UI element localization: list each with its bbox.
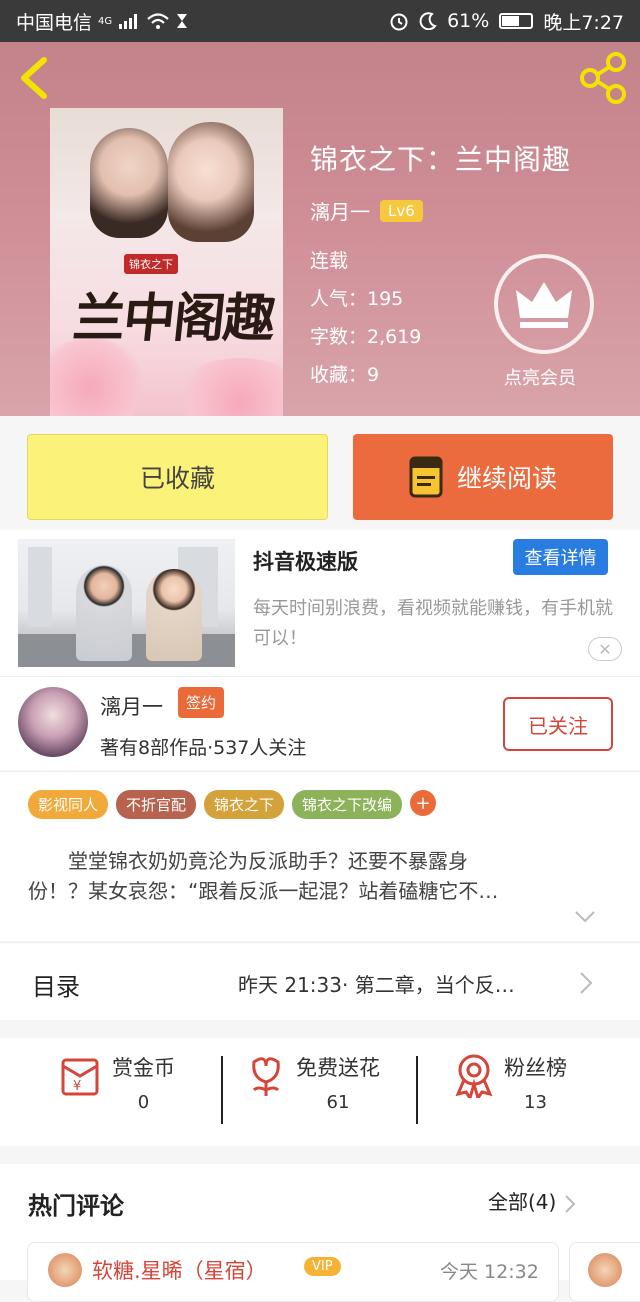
author-card[interactable]: 漓月一 签约 著有8部作品·537人关注 已关注	[0, 676, 640, 770]
favorited-button[interactable]: 已收藏	[27, 434, 328, 520]
tag-chip[interactable]: 锦衣之下	[204, 790, 285, 819]
commenter-avatar[interactable]	[48, 1253, 82, 1287]
book-status: 连载	[310, 250, 349, 272]
ad-title: 抖音极速版	[253, 550, 358, 574]
status-bar: 中国电信 4G 61% 晚上7:27	[0, 0, 640, 42]
author-stats: 著有8部作品·537人关注	[100, 737, 307, 759]
cover-figure-male	[90, 128, 168, 238]
wifi-icon	[147, 13, 169, 29]
flower-icon	[252, 1057, 280, 1096]
continue-reading-label: 继续阅读	[456, 464, 557, 493]
ad-banner[interactable]: 抖音极速版 查看详情 每天时间别浪费，看视频就能赚钱，有手机就可以！ ✕	[0, 530, 640, 676]
red-envelope-icon: ¥	[61, 1058, 99, 1096]
commenter-name[interactable]: 软糖.星晞（星宿）	[92, 1255, 267, 1285]
synopsis-line-1: 堂堂锦衣奶奶竟沦为反派助手？还要不暴露身	[68, 849, 468, 873]
cover-series-tag: 锦衣之下	[124, 254, 178, 274]
tag-chip[interactable]: 影视同人	[28, 790, 109, 819]
comment-card[interactable]	[569, 1242, 640, 1302]
stat-coins[interactable]: ¥ 赏金币 0	[58, 1052, 175, 1113]
stat-flowers-value: 61	[326, 1092, 350, 1113]
signed-badge: 签约	[178, 687, 225, 718]
alarm-icon	[390, 13, 408, 31]
book-cover[interactable]: 锦衣之下 兰中阁趣	[50, 108, 283, 416]
battery-percent: 61%	[447, 10, 490, 32]
stat-coins-value: 0	[137, 1092, 150, 1113]
crown-icon	[516, 282, 572, 328]
tags-synopsis-section: 影视同人 不折官配 锦衣之下 锦衣之下改编 + 堂堂锦衣奶奶竟沦为反派助手？还要…	[0, 771, 640, 941]
vip-button[interactable]	[494, 254, 594, 354]
comments-title: 热门评论	[28, 1192, 124, 1220]
stat-fans-value: 13	[524, 1092, 547, 1113]
book-title: 锦衣之下：兰中阁趣	[310, 143, 572, 176]
network-label: 4G	[98, 15, 113, 27]
synopsis-line-2: 份！？某女哀怨：“跟着反派一起混？站着磕糖它不…	[28, 879, 499, 903]
battery-icon	[499, 13, 534, 29]
book-author-row: 漓月一 Lv6	[310, 196, 423, 225]
tag-chip[interactable]: 锦衣之下改编	[292, 790, 403, 819]
add-tag-button[interactable]: +	[410, 790, 437, 816]
book-author[interactable]: 漓月一	[310, 196, 370, 225]
moon-icon	[419, 12, 437, 30]
book-header: 锦衣之下 兰中阁趣 锦衣之下：兰中阁趣 漓月一 Lv6 连载 人气：195 字数…	[0, 42, 640, 416]
carrier-label: 中国电信	[16, 11, 93, 34]
divider	[416, 1056, 418, 1124]
book-popularity: 人气：195	[310, 288, 404, 310]
tag-list: 影视同人 不折官配 锦衣之下 锦衣之下改编 +	[28, 790, 437, 819]
chevron-down-icon[interactable]	[574, 910, 596, 924]
ad-close-icon[interactable]: ✕	[588, 637, 622, 661]
clock: 晚上7:27	[543, 11, 624, 34]
tag-chip[interactable]: 不折官配	[116, 790, 197, 819]
toc-label: 目录	[32, 973, 80, 1001]
ad-image[interactable]	[18, 539, 235, 667]
vip-label[interactable]: 点亮会员	[504, 364, 576, 390]
continue-reading-button[interactable]: 继续阅读	[353, 434, 613, 520]
medal-icon	[455, 1054, 493, 1098]
stat-fans[interactable]: 粉丝榜 13	[452, 1052, 567, 1113]
svg-text:¥: ¥	[73, 1079, 81, 1094]
vip-badge: VIP	[304, 1257, 341, 1276]
back-arrow-icon[interactable]	[16, 56, 52, 100]
ad-description: 每天时间别浪费，看视频就能赚钱，有手机就可以！	[253, 598, 613, 649]
latest-chapter: 昨天 21:33· 第二章，当个反…	[238, 973, 515, 997]
stat-fans-label: 粉丝榜	[504, 1056, 567, 1080]
commenter-avatar[interactable]	[588, 1253, 622, 1287]
stat-flowers-label: 免费送花	[296, 1056, 380, 1080]
signal-icon	[119, 14, 138, 29]
hot-comments-section: 热门评论 全部(4) 软糖.星晞（星宿） VIP 今天 12:32	[0, 1164, 640, 1302]
table-of-contents-row[interactable]: 目录 昨天 21:33· 第二章，当个反…	[0, 942, 640, 1020]
divider	[221, 1056, 223, 1124]
author-avatar[interactable]	[18, 687, 88, 757]
book-favorites: 收藏：9	[310, 364, 380, 386]
chevron-right-icon	[564, 1194, 576, 1213]
ad-details-button[interactable]: 查看详情	[513, 539, 608, 575]
author-name[interactable]: 漓月一	[100, 691, 163, 721]
follow-button[interactable]: 已关注	[503, 697, 613, 751]
stat-flowers[interactable]: 免费送花 61	[244, 1052, 380, 1113]
book-icon	[409, 456, 443, 498]
hourglass-icon	[177, 14, 188, 28]
cover-title: 兰中阁趣	[70, 288, 277, 349]
stat-coins-label: 赏金币	[112, 1056, 175, 1080]
cover-figure-female	[168, 122, 254, 242]
chevron-right-icon	[580, 972, 593, 994]
reward-stats: ¥ 赏金币 0 免费送花 61 粉丝榜 13	[0, 1038, 640, 1146]
share-icon[interactable]	[578, 52, 628, 104]
book-word-count: 字数：2,619	[310, 326, 422, 348]
all-comments-label: 全部(4)	[488, 1190, 557, 1214]
all-comments-link[interactable]: 全部(4)	[488, 1186, 577, 1215]
synopsis[interactable]: 堂堂锦衣奶奶竟沦为反派助手？还要不暴露身 份！？某女哀怨：“跟着反派一起混？站着…	[28, 846, 608, 906]
comment-card[interactable]: 软糖.星晞（星宿） VIP 今天 12:32	[27, 1242, 559, 1302]
level-badge: Lv6	[380, 199, 423, 222]
